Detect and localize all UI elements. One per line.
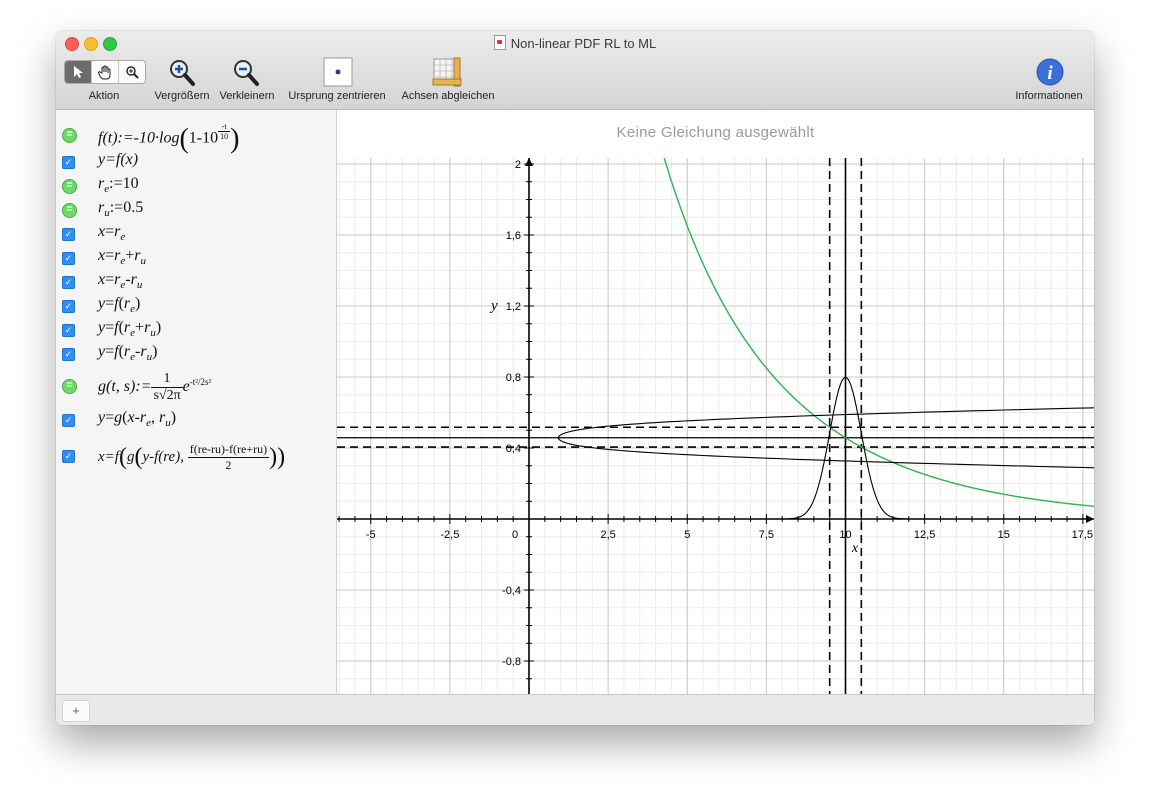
equation-row-y-g[interactable]: ✓ y=g(x-re, ru) <box>56 408 336 430</box>
checkbox-checked-icon[interactable]: ✓ <box>62 324 75 337</box>
checkbox-checked-icon[interactable]: ✓ <box>62 252 75 265</box>
x-tick-label: 2,5 <box>600 529 615 541</box>
equation-row-ru-def[interactable]: = ru:=0.5 <box>56 198 336 220</box>
equation-row-x-re-minus-ru[interactable]: ✓ x=re-ru <box>56 270 336 292</box>
checkbox-checked-icon[interactable]: ✓ <box>62 228 75 241</box>
y-tick-label: 1,6 <box>506 230 521 242</box>
equation-row-g-def[interactable]: = g(t, s):= 1 s√2π e-t²/2s² <box>56 366 336 404</box>
x-tick-label: 5 <box>684 529 690 541</box>
center-origin-label[interactable]: Ursprung zentrieren <box>282 90 392 102</box>
equation-row-yfx[interactable]: ✓ y=f(x) <box>56 150 336 172</box>
x-axis-label: x <box>851 541 859 556</box>
checkbox-checked-icon[interactable]: ✓ <box>62 450 75 463</box>
equalize-axes-icon[interactable] <box>432 57 464 92</box>
zoom-out-label[interactable]: Verkleinern <box>215 90 279 102</box>
equation-row-x-f-g[interactable]: ✓ x=f(g(y-f(re), f(re-ru)-f(re+ru) 2)) <box>56 436 336 476</box>
x-tick-label: 15 <box>998 529 1010 541</box>
document-icon <box>493 35 506 50</box>
zoom-in-icon[interactable] <box>168 59 196 92</box>
equation-row-y-f-re-plus-ru[interactable]: ✓ y=f(re+ru) <box>56 318 336 340</box>
curve-x-f-g <box>557 407 1094 469</box>
equation-row-y-f-re[interactable]: ✓ y=f(re) <box>56 294 336 316</box>
checkbox-checked-icon[interactable]: ✓ <box>62 300 75 313</box>
y-tick-label: 0,8 <box>506 372 521 384</box>
action-segmented-control[interactable] <box>64 60 146 84</box>
magnifier-icon[interactable] <box>119 61 145 83</box>
x-tick-label: 0 <box>512 529 518 541</box>
app-window: Non-linear PDF RL to ML Aktion Vergrößer… <box>56 31 1094 725</box>
action-label: Aktion <box>88 90 120 102</box>
y-axis-arrow <box>525 158 533 166</box>
checkbox-checked-icon[interactable]: ✓ <box>62 414 75 427</box>
y-tick-label: 0,4 <box>506 443 521 455</box>
definition-icon: = <box>62 203 77 218</box>
y-tick-label: 2 <box>515 159 521 171</box>
add-equation-button[interactable]: + <box>62 700 90 722</box>
window-title: Non-linear PDF RL to ML <box>56 35 1094 51</box>
info-icon[interactable]: i <box>1036 58 1064 91</box>
equation-row-f-def[interactable]: = f(t):=-10·log(1-10 -t 10) <box>56 116 336 155</box>
equation-list: = f(t):=-10·log(1-10 -t 10) ✓ y=f(x) = re:… <box>56 110 337 694</box>
equation-row-x-re-plus-ru[interactable]: ✓ x=re+ru <box>56 246 336 268</box>
equalize-axes-label[interactable]: Achsen abgleichen <box>396 90 500 102</box>
bottom-bar: + <box>56 694 1094 725</box>
x-tick-label: 7,5 <box>759 529 774 541</box>
hand-icon[interactable] <box>92 61 119 83</box>
checkbox-checked-icon[interactable]: ✓ <box>62 348 75 361</box>
y-tick-label: -0,8 <box>502 656 521 668</box>
zoom-in-label[interactable]: Vergrößern <box>150 90 214 102</box>
equation-row-x-re[interactable]: ✓ x=re <box>56 222 336 244</box>
pointer-icon[interactable] <box>65 61 92 83</box>
checkbox-checked-icon[interactable]: ✓ <box>62 156 75 169</box>
checkbox-checked-icon[interactable]: ✓ <box>62 276 75 289</box>
x-tick-label: 17,5 <box>1072 529 1093 541</box>
y-axis-label: y <box>489 298 498 314</box>
svg-text:i: i <box>1047 63 1053 84</box>
graph-view[interactable]: Keine Gleichung ausgewählt -5 -2,5 0 2,5 5 7,… <box>337 110 1094 694</box>
y-tick-label: -0,4 <box>502 585 521 597</box>
equation-row-y-f-re-minus-ru[interactable]: ✓ y=f(re-ru) <box>56 342 336 364</box>
info-label[interactable]: Informationen <box>1006 90 1092 102</box>
x-axis-arrow <box>1086 515 1094 523</box>
definition-icon: = <box>62 128 77 143</box>
y-tick-label: 1,2 <box>506 301 521 313</box>
x-tick-label: -2,5 <box>440 529 459 541</box>
toolbar: Non-linear PDF RL to ML Aktion Vergrößer… <box>56 31 1094 110</box>
definition-icon: = <box>62 379 77 394</box>
x-tick-label: 12,5 <box>914 529 935 541</box>
x-tick-label: -5 <box>366 529 376 541</box>
definition-icon: = <box>62 179 77 194</box>
center-origin-icon[interactable] <box>323 57 353 92</box>
plot-canvas[interactable]: -5-2,502,557,51012,51517,521,61,20,80,4-… <box>337 110 1094 694</box>
equation-row-re-def[interactable]: = re:=10 <box>56 174 336 196</box>
zoom-out-icon[interactable] <box>232 59 260 92</box>
